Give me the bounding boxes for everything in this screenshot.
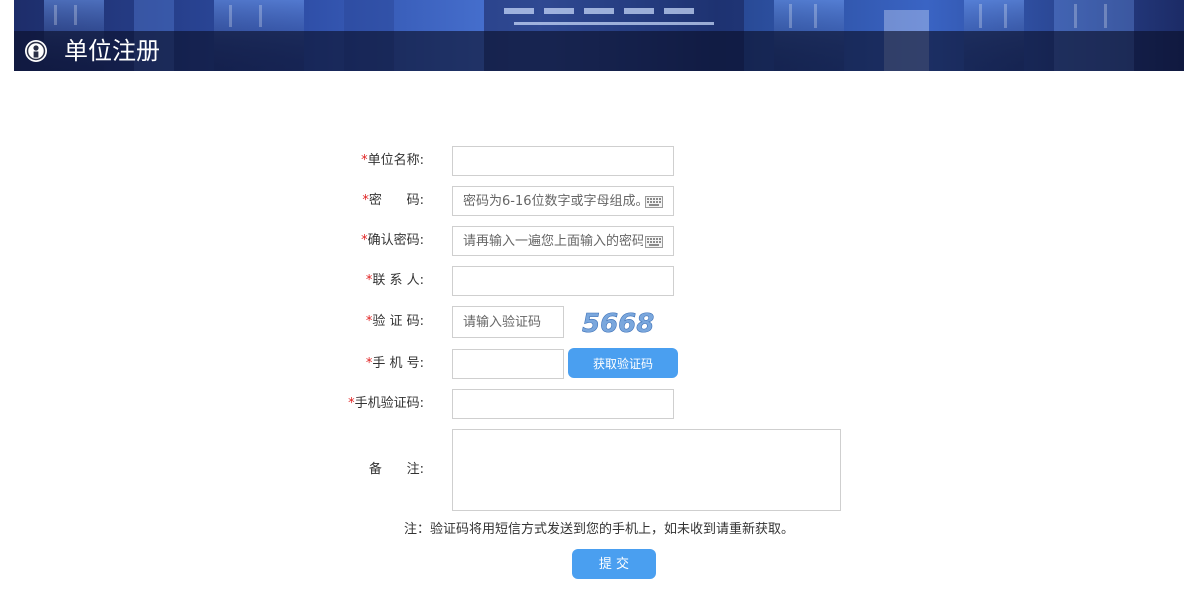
- password-input[interactable]: [452, 186, 674, 216]
- password-label: *密 码:: [304, 191, 424, 211]
- sms-code-input[interactable]: [452, 389, 674, 419]
- captcha-image[interactable]: 5668: [580, 306, 666, 340]
- title-bar: 单位注册: [14, 31, 1184, 71]
- captcha-label: *验 证 码:: [304, 312, 424, 332]
- user-icon: [24, 39, 48, 63]
- sms-code-label: *手机验证码:: [304, 394, 424, 414]
- page-title: 单位注册: [64, 35, 160, 67]
- confirm-password-input[interactable]: [452, 226, 674, 256]
- company-name-label: *单位名称:: [304, 151, 424, 171]
- submit-button[interactable]: 提 交: [572, 549, 656, 579]
- confirm-password-label: *确认密码:: [304, 231, 424, 251]
- sms-note: 注：验证码将用短信方式发送到您的手机上，如未收到请重新获取。: [404, 520, 794, 540]
- phone-input[interactable]: [452, 349, 564, 379]
- header-banner: 单位注册: [14, 0, 1184, 71]
- captcha-input[interactable]: [452, 306, 564, 338]
- company-name-input[interactable]: [452, 146, 674, 176]
- keyboard-icon[interactable]: [645, 196, 663, 208]
- captcha-text: 5668: [582, 309, 654, 339]
- remarks-textarea[interactable]: [452, 429, 841, 511]
- remarks-label: 备 注:: [304, 460, 424, 480]
- contact-input[interactable]: [452, 266, 674, 296]
- keyboard-icon[interactable]: [645, 236, 663, 248]
- get-code-button[interactable]: 获取验证码: [568, 348, 678, 378]
- phone-label: *手 机 号:: [304, 354, 424, 374]
- contact-label: *联 系 人:: [304, 271, 424, 291]
